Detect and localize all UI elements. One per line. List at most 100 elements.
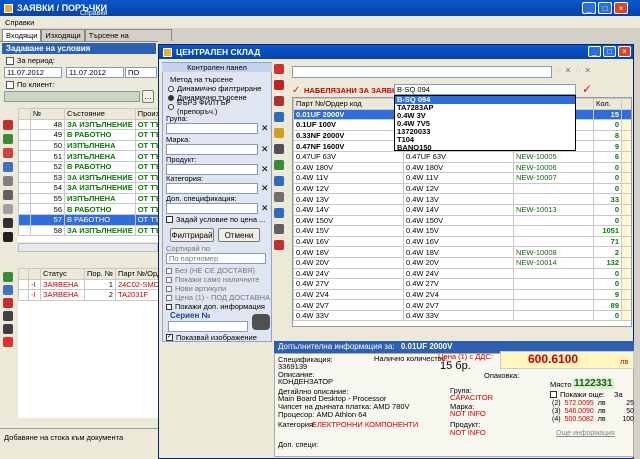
checkbox[interactable] (166, 267, 172, 274)
brand-select[interactable] (166, 144, 258, 155)
tab-article-info[interactable]: Търсене на информация за артикул (84, 29, 172, 62)
check-below-cost[interactable]: Цена (1) - ПОД ДОСТАВНА (166, 293, 272, 302)
edit-icon[interactable] (3, 120, 13, 130)
missing-flag-icon[interactable]: ✓ (292, 85, 300, 96)
row-marker[interactable] (18, 139, 31, 152)
client-browse-button[interactable]: … (142, 90, 154, 103)
warehouse-minimize-button[interactable]: _ (588, 46, 601, 57)
col-number[interactable]: № (30, 108, 65, 120)
warehouse-close-button[interactable]: × (618, 46, 631, 57)
table-row[interactable]: 0.4W 16V 0.4W 16V 71 (293, 235, 631, 248)
table-row[interactable]: 0.4W 150V 0.4W 150V 0 (293, 214, 631, 227)
row-marker[interactable] (18, 150, 31, 162)
warning-icon[interactable] (274, 128, 284, 138)
search-doc-icon[interactable] (274, 192, 284, 202)
checkbox[interactable] (166, 285, 172, 292)
client-select[interactable] (4, 91, 140, 102)
table-row[interactable]: 0.4W 11V 0.4W 11V NEW-10007 0 (293, 172, 631, 184)
table-row[interactable]: 0.4W 18V 0.4W 18V NEW-10008 2 (293, 246, 631, 258)
basket-icon[interactable] (274, 96, 284, 106)
col-status[interactable]: Статус (40, 268, 85, 280)
orders-hscroll[interactable] (18, 243, 158, 252)
date-type-select[interactable]: ПО ДАТА (125, 67, 157, 78)
row-marker[interactable] (18, 171, 31, 184)
dropdown-option[interactable]: BANO150 (395, 144, 575, 152)
missing-confirm-icon[interactable]: ✓ (582, 82, 592, 96)
link-icon[interactable] (3, 285, 13, 295)
outer-minimize-button[interactable]: _ (582, 2, 596, 14)
table-row[interactable]: 0.4W 2V7 0.4W 2V7 89 (293, 299, 631, 311)
col-part-code[interactable]: Парт №/Ордер код (293, 98, 404, 110)
table-row[interactable]: 0.4W 180V 0.4W 180V NEW-10006 0 (293, 161, 631, 174)
exchange-icon[interactable] (274, 160, 284, 170)
check-no-delivery[interactable]: Без (НЕ СЕ ДОСТАВЯ) (166, 266, 272, 275)
outer-maximize-button[interactable]: □ (598, 2, 612, 14)
check-extra-info[interactable]: Покажи доп. информация (166, 302, 272, 311)
table-row[interactable]: 49В РАБОТНООТ ТЪ (18, 129, 158, 141)
search-option-icon[interactable]: ◌ (556, 66, 561, 78)
spec-clear-icon[interactable]: ✕ (261, 203, 269, 214)
sleep-icon[interactable] (3, 218, 13, 228)
radio-dot[interactable] (168, 85, 174, 92)
radio-dot[interactable] (168, 103, 174, 110)
lock2-icon[interactable] (3, 324, 13, 334)
table-row[interactable]: 0.4W 27V 0.4W 27V 0 (293, 278, 631, 290)
check-new-articles[interactable]: Нови артикули (166, 284, 272, 293)
table-row[interactable]: 0.4W 15V 0.4W 15V 1051 (293, 225, 631, 237)
sort-select[interactable]: По партномер (166, 253, 266, 264)
row-marker[interactable] (18, 118, 31, 131)
table-row[interactable]: 50ИЗПЪЛНЕНАОТ ТЪ (18, 139, 158, 152)
spec-select[interactable] (166, 203, 258, 214)
row-marker[interactable] (18, 182, 31, 194)
table-row[interactable]: 55ИЗПЪЛНЕНАОТ ТЪ (18, 192, 158, 205)
row-marker[interactable] (18, 160, 31, 173)
col-qty[interactable]: Кол. (593, 98, 622, 110)
table-row[interactable]: 58ЗА ИЗПЪЛНЕНИЕОТ ТЪ (18, 224, 158, 237)
col-producer[interactable]: Произ (134, 108, 158, 120)
client-checkbox[interactable] (6, 81, 14, 89)
dropdown-option[interactable]: 13720033 (395, 128, 575, 136)
cancel-button[interactable]: Отмени (218, 228, 260, 242)
category-select[interactable] (166, 183, 258, 194)
table-row[interactable]: 0.4W 2V4 0.4W 2V4 9 (293, 288, 631, 301)
missing-select[interactable]: B-SQ 094 (394, 84, 576, 95)
show-more-checkbox[interactable] (550, 391, 557, 398)
sort-icon[interactable] (3, 176, 13, 186)
col-extra[interactable] (621, 98, 631, 110)
chart-icon[interactable] (274, 240, 284, 250)
table-row[interactable]: 54ЗА ИЗПЪЛНЕНИЕОТ ТЪ (18, 182, 158, 194)
tab-incoming[interactable]: Входящи (2, 29, 42, 41)
radio-quick-filter[interactable]: БЪРЗ ФИЛТЪР (препоръч.) (168, 98, 272, 116)
lock-icon[interactable] (3, 311, 13, 321)
date-to-input[interactable]: 11.07.2012 (66, 67, 124, 78)
table-row[interactable]: 52В РАБОТНООТ ТЪ (18, 160, 158, 173)
table-row[interactable]: -I ЗАЯВЕНА 1 24C02-SMD (18, 278, 158, 291)
table-row[interactable]: 0.4W 14V 0.4W 14V NEW-10013 0 (293, 203, 631, 216)
row-marker[interactable] (18, 289, 29, 301)
col-part[interactable]: Парт №/Орде (114, 268, 158, 280)
row-marker[interactable] (18, 129, 31, 141)
search-option-icon[interactable]: ◌ (575, 66, 580, 78)
printer-icon[interactable] (274, 224, 284, 234)
table-row[interactable]: -I ЗАЯВЕНА 2 TA2031F (18, 289, 158, 301)
table-row[interactable]: 0.4W 13V 0.4W 13V 33 (293, 193, 631, 205)
menu-reports[interactable]: Справки (5, 18, 34, 27)
delete-order-icon[interactable] (3, 148, 13, 158)
marker-icon[interactable] (3, 232, 13, 242)
radio-dot[interactable] (168, 94, 174, 101)
serial-input[interactable] (168, 321, 248, 332)
filter-button[interactable]: Филтрирай (170, 228, 214, 242)
tab-outgoing[interactable]: Изходящи (41, 29, 85, 41)
table-row[interactable]: 48ЗА ИЗПЪЛНЕНИЕОТ ТЪ (18, 118, 158, 131)
cart-icon[interactable] (274, 112, 284, 122)
date-from-input[interactable]: 11.07.2012 (4, 67, 62, 78)
brand-clear-icon[interactable]: ✕ (261, 144, 269, 155)
row-marker[interactable] (18, 213, 31, 226)
warehouse-maximize-button[interactable]: □ (603, 46, 616, 57)
checkbox[interactable] (166, 276, 172, 283)
add-order-icon[interactable] (3, 134, 13, 144)
delete-item-icon[interactable] (3, 298, 13, 308)
table-row[interactable]: 0.4W 12V 0.4W 12V 0 (293, 182, 631, 195)
columns-icon[interactable] (274, 144, 284, 154)
table-row[interactable]: 0.4W 20V 0.4W 20V NEW-10014 132 (293, 256, 631, 269)
